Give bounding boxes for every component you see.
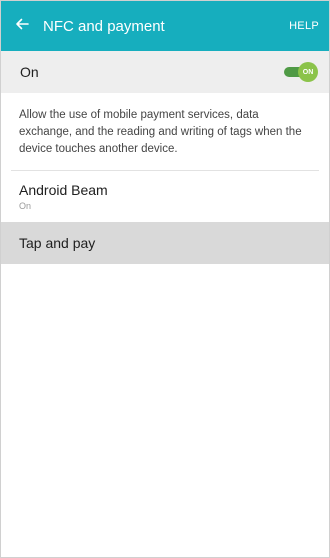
- arrow-left-icon: [14, 16, 30, 37]
- master-switch-label: On: [20, 64, 39, 80]
- android-beam-title: Android Beam: [19, 182, 108, 198]
- nfc-description: Allow the use of mobile payment services…: [19, 109, 302, 155]
- tap-and-pay-item[interactable]: Tap and pay: [1, 222, 329, 264]
- nfc-toggle-switch[interactable]: ON: [284, 62, 318, 82]
- android-beam-status: On: [19, 201, 32, 211]
- nfc-settings-screen: NFC and payment HELP On ON Allow the use…: [0, 0, 330, 558]
- page-title: NFC and payment: [43, 17, 165, 35]
- app-bar: NFC and payment HELP: [1, 1, 329, 51]
- nfc-master-switch-row[interactable]: On ON: [1, 51, 329, 93]
- tap-and-pay-title: Tap and pay: [19, 235, 96, 251]
- back-button[interactable]: [9, 13, 35, 39]
- switch-knob: ON: [298, 62, 318, 82]
- help-button[interactable]: HELP: [289, 20, 319, 32]
- android-beam-item[interactable]: Android Beam On: [1, 171, 329, 220]
